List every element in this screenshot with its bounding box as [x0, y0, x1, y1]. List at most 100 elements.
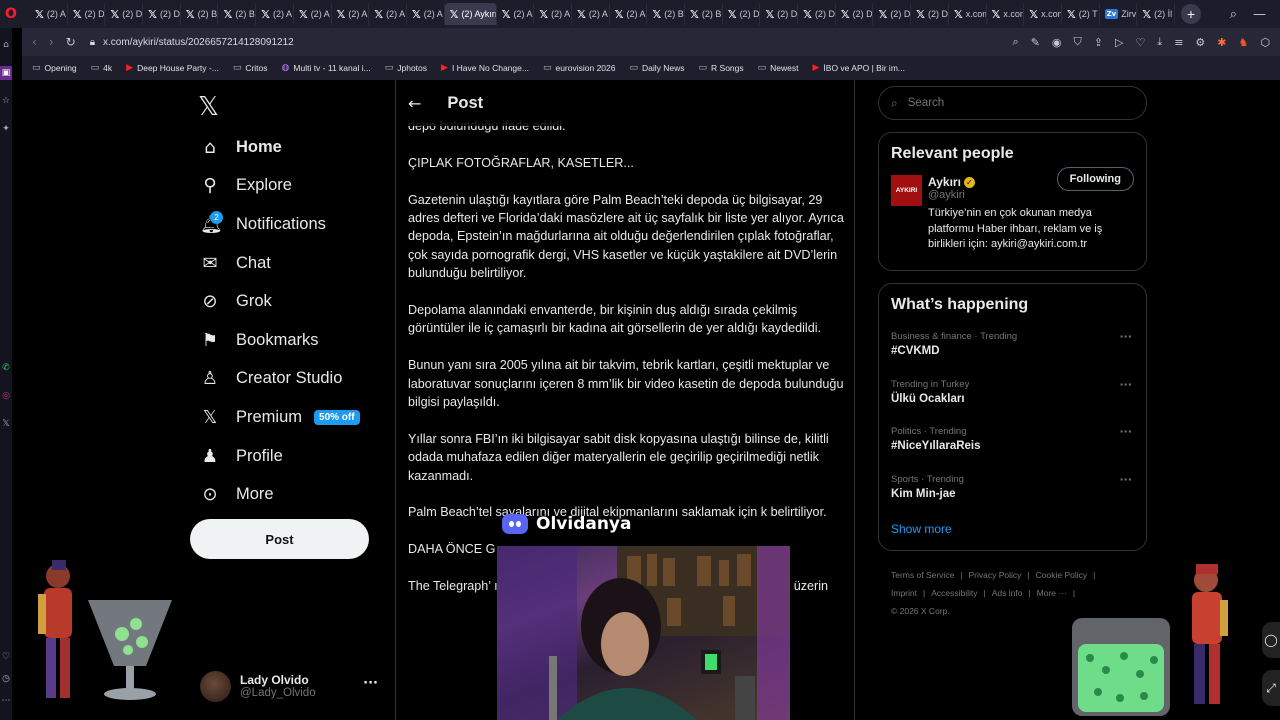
browser-tab[interactable]: 𝕏 (2) A: [572, 3, 610, 25]
browser-tab[interactable]: 𝕏 (2) A: [332, 3, 370, 25]
nav-item-chat[interactable]: ✉ Chat: [200, 244, 360, 283]
browser-tab[interactable]: 𝕏 (2) D: [798, 3, 836, 25]
tab-search-icon[interactable]: ⌕: [1230, 7, 1237, 22]
extension-icon[interactable]: ✱: [1217, 36, 1226, 49]
browser-tab[interactable]: 𝕏 (2) A: [369, 3, 407, 25]
camera-icon[interactable]: ◉: [1052, 36, 1062, 49]
browser-tab[interactable]: 𝕏 (2) D: [723, 3, 761, 25]
opera-logo-icon[interactable]: O: [0, 0, 22, 28]
instagram-icon[interactable]: ◎: [0, 389, 12, 403]
browser-tab[interactable]: 𝕏 (2) B: [218, 3, 257, 25]
browser-tab[interactable]: 𝕏 (2) B: [685, 3, 723, 25]
footer-link[interactable]: More ···: [1037, 588, 1067, 598]
trend-item[interactable]: Trending in Turkey Ülkü Ocakları ···: [879, 378, 1146, 426]
sidebar-heart-icon[interactable]: ♡: [0, 650, 12, 664]
new-tab-button[interactable]: +: [1180, 4, 1201, 24]
browser-tab[interactable]: 𝕏 (2) A: [497, 3, 535, 25]
browser-tab[interactable]: 𝕏 (2) A: [407, 3, 445, 25]
sidebar-home-icon[interactable]: ⌂: [0, 38, 12, 52]
sidebar-history-icon[interactable]: ◷: [0, 672, 12, 686]
menu-icon[interactable]: ≡: [1174, 36, 1183, 49]
browser-tab[interactable]: 𝕏 (2) D: [760, 3, 799, 25]
shield-icon[interactable]: ⛉: [1074, 35, 1082, 49]
browser-tab[interactable]: 𝕏x.com: [949, 3, 987, 25]
sidebar-workspace-icon[interactable]: ▣: [0, 66, 12, 80]
browser-tab[interactable]: 𝕏 (2) D: [143, 3, 181, 25]
trend-item[interactable]: Business & finance · Trending #CVKMD ···: [879, 330, 1146, 378]
bookmark-item[interactable]: ▭ R Songs: [699, 63, 744, 73]
nav-item-more[interactable]: ⊙ More: [200, 475, 360, 514]
whatsapp-icon[interactable]: ✆: [0, 361, 12, 375]
site-info-icon[interactable]: 🔒︎: [90, 37, 95, 48]
bookmark-item[interactable]: ▭ eurovision 2026: [543, 63, 616, 73]
bookmark-item[interactable]: ▭ Daily News: [629, 63, 684, 73]
url-text[interactable]: x.com/aykiri/status/2026657214128091212: [103, 37, 294, 48]
browser-tab[interactable]: 𝕏 (2) A: [534, 3, 572, 25]
back-nav-icon[interactable]: ‹: [32, 35, 37, 49]
nav-item-premium[interactable]: 𝕏 Premium 50% off: [200, 398, 360, 437]
trend-more-icon[interactable]: ···: [1119, 330, 1132, 343]
back-arrow-icon[interactable]: ←: [408, 94, 421, 113]
sidebar-more-icon[interactable]: ⋯: [0, 694, 12, 708]
download-icon[interactable]: ⤓: [1157, 35, 1162, 49]
bookmark-item[interactable]: ▶ İBO ve APO | Bir im...: [813, 63, 905, 73]
account-switcher[interactable]: Lady Olvido @Lady_Olvido ···: [200, 668, 380, 704]
relevant-person[interactable]: AYKIRI Aykırı ✓ @aykiri Türkiye’nin en ço…: [879, 163, 1146, 265]
trend-more-icon[interactable]: ···: [1119, 378, 1132, 391]
search-box[interactable]: ⌕: [878, 86, 1147, 120]
sidebar-star-icon[interactable]: ☆: [0, 94, 12, 108]
browser-tab[interactable]: 𝕏 (2) A: [30, 3, 68, 25]
browser-tab[interactable]: 𝕏x.com: [987, 3, 1025, 25]
nav-item-creator-studio[interactable]: ♙ Creator Studio: [200, 360, 360, 399]
following-button[interactable]: Following: [1056, 167, 1134, 191]
browser-tab[interactable]: 𝕏 (2) A: [610, 3, 648, 25]
browser-tab[interactable]: 𝕏 (2) İl: [1137, 3, 1175, 25]
nav-item-profile[interactable]: ♟ Profile: [200, 437, 360, 476]
bookmark-item[interactable]: ▭ Opening: [32, 63, 77, 73]
bookmark-item[interactable]: ▭ 4k: [91, 63, 113, 73]
browser-tab[interactable]: 𝕏 (2) T: [1062, 3, 1100, 25]
nav-item-grok[interactable]: ⊘ Grok: [200, 282, 360, 321]
edit-icon[interactable]: ✎: [1031, 36, 1040, 49]
url-field[interactable]: 🔒︎ x.com/aykiri/status/20266572141280912…: [90, 37, 1013, 48]
minimize-icon[interactable]: —: [1253, 7, 1266, 22]
person-avatar[interactable]: AYKIRI: [891, 175, 922, 206]
heart-icon[interactable]: ♡: [1135, 36, 1145, 49]
post-button[interactable]: Post: [190, 519, 369, 559]
browser-tab[interactable]: 𝕏 (2) B: [647, 3, 685, 25]
bookmark-item[interactable]: ▶ Deep House Party -...: [126, 63, 219, 73]
trend-more-icon[interactable]: ···: [1119, 473, 1132, 486]
x-sidebar-icon[interactable]: 𝕏: [0, 417, 12, 431]
nav-item-bookmarks[interactable]: ⚑ Bookmarks: [200, 321, 360, 360]
wallet-icon[interactable]: ⬡: [1260, 36, 1270, 49]
x-logo-icon[interactable]: 𝕏: [198, 92, 219, 122]
browser-tab[interactable]: ZvZirve: [1100, 3, 1138, 25]
chat-bubble-icon[interactable]: ◯: [1262, 622, 1280, 658]
browser-tab[interactable]: 𝕏x.com: [1024, 3, 1062, 25]
trend-item[interactable]: Politics · Trending #NiceYıllaraReis ···: [879, 425, 1146, 473]
browser-tab[interactable]: 𝕏 (2) A: [294, 3, 332, 25]
brave-icon[interactable]: ♞: [1239, 36, 1249, 49]
show-more-link[interactable]: Show more: [879, 520, 1146, 546]
bookmark-item[interactable]: ▭ Newest: [758, 63, 799, 73]
bookmark-item[interactable]: ▭ Jphotos: [385, 63, 427, 73]
nav-item-notifications[interactable]: 🔔︎ 2 Notifications: [200, 205, 360, 244]
lens-icon[interactable]: ⌕: [1013, 35, 1019, 49]
reload-icon[interactable]: ↻: [66, 35, 76, 49]
browser-tab[interactable]: 𝕏 (2) D: [873, 3, 912, 25]
share-icon[interactable]: ⇪: [1094, 36, 1103, 49]
browser-tab[interactable]: 𝕏 (2) D: [836, 3, 874, 25]
search-input[interactable]: [907, 97, 1108, 109]
browser-tab[interactable]: 𝕏 (2) D: [68, 3, 106, 25]
footer-link[interactable]: Privacy Policy: [969, 570, 1022, 580]
settings-icon[interactable]: ⚙: [1195, 36, 1205, 49]
fullscreen-icon[interactable]: ⤢: [1262, 670, 1280, 706]
browser-tab[interactable]: 𝕏 (2) B: [181, 3, 219, 25]
browser-tab[interactable]: 𝕏 (2) D: [105, 3, 144, 25]
trend-more-icon[interactable]: ···: [1119, 425, 1132, 438]
person-name[interactable]: Aykırı: [928, 175, 961, 189]
bookmark-item[interactable]: ◍ Multi tv - 11 kanal i...: [282, 63, 371, 73]
browser-tab[interactable]: 𝕏 (2) Aykırı: [444, 3, 497, 25]
nav-item-home[interactable]: ⌂ Home: [200, 128, 360, 167]
account-more-icon[interactable]: ···: [363, 676, 378, 691]
